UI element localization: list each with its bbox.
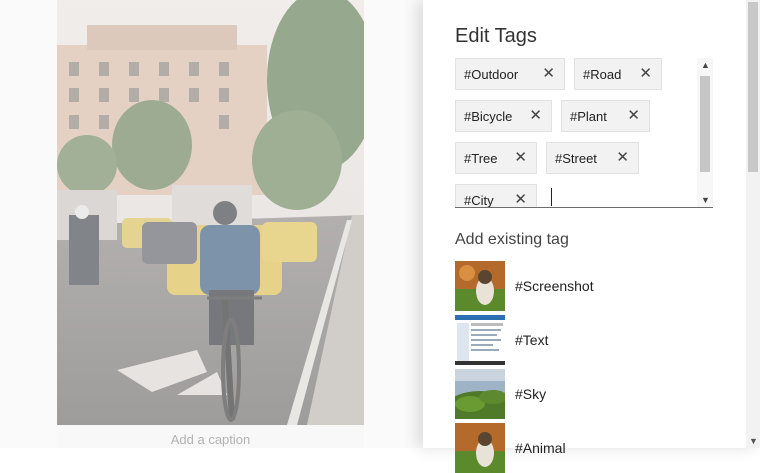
tag-chip-label: #Tree [464,150,498,166]
existing-tag-label: #Screenshot [515,278,594,294]
tag-chip-label: #Plant [570,108,607,124]
existing-tag-label: #Sky [515,386,547,402]
tag-chip[interactable]: #Road ✕ [574,58,662,90]
tag-chip-label: #Street [555,150,597,166]
tag-thumbnail [455,369,505,419]
tag-input-box[interactable]: #Outdoor ✕ #Road ✕ #Bicycle ✕ #Plant ✕ #… [455,58,713,208]
existing-tag-item[interactable]: #Screenshot [455,261,715,311]
tag-chip-label: #Road [583,66,622,82]
panel-title: Edit Tags [455,25,537,47]
close-icon[interactable]: ✕ [514,191,527,207]
scroll-down-icon[interactable]: ▼ [749,436,758,446]
tag-thumbnail [455,315,505,365]
panel-scrollbar[interactable]: ▼ [746,0,760,448]
tag-chip[interactable]: #Tree ✕ [455,142,537,174]
tag-chip[interactable]: #Outdoor ✕ [455,58,565,90]
tag-chip[interactable]: #City ✕ [455,184,537,208]
existing-tag-label: #Text [515,332,549,348]
existing-tag-item[interactable]: #Sky [455,369,715,419]
tag-chip[interactable]: #Plant ✕ [561,100,650,132]
existing-tags-heading: Add existing tag [455,231,569,248]
scroll-up-icon[interactable]: ▲ [701,60,710,70]
panel-scrollbar-thumb[interactable] [748,2,758,172]
close-icon[interactable]: ✕ [627,107,640,125]
close-icon[interactable]: ✕ [529,107,542,125]
tag-chip[interactable]: #Bicycle ✕ [455,100,552,132]
photo-cyclist-street [57,0,364,425]
tag-thumbnail [455,261,505,311]
close-icon[interactable]: ✕ [616,149,629,167]
tag-box-scrollbar-thumb[interactable] [700,76,710,172]
existing-tag-label: #Animal [515,440,566,456]
tag-chip-label: #City [464,192,494,208]
photo-stage: Add a caption [0,0,423,448]
caption-input[interactable]: Add a caption [57,425,364,448]
tag-chip[interactable]: #Street ✕ [546,142,639,174]
text-caret [551,188,552,206]
tag-chip-label: #Bicycle [464,108,513,124]
existing-tag-item[interactable]: #Animal [455,423,715,473]
scroll-down-icon[interactable]: ▼ [701,195,710,205]
tag-thumbnail [455,423,505,473]
tag-box-scrollbar[interactable]: ▲ ▼ [697,58,713,207]
tag-chip-label: #Outdoor [464,66,519,82]
close-icon[interactable]: ✕ [542,65,555,83]
close-icon[interactable]: ✕ [514,149,527,167]
existing-tag-item[interactable]: #Text [455,315,715,365]
close-icon[interactable]: ✕ [639,65,652,83]
